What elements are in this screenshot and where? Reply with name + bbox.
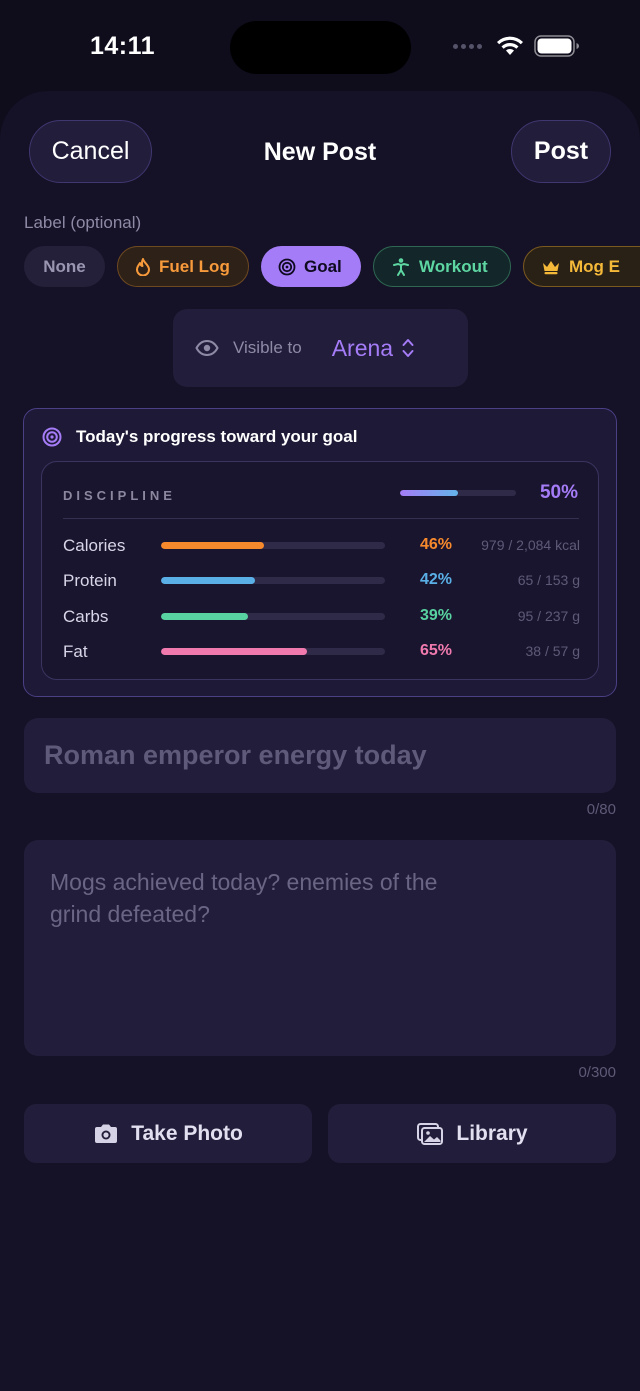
dynamic-island (230, 21, 411, 74)
post-title-input[interactable]: Roman emperor energy today (24, 718, 616, 793)
macro-name: Calories (63, 536, 126, 555)
chip-label: Mog E (569, 256, 620, 276)
goal-progress-card: Today's progress toward your goal DISCIP… (23, 408, 617, 697)
target-icon (42, 427, 62, 447)
macro-progress-fill (161, 648, 307, 655)
macro-row-fat: Fat 65% 38 / 57 g (63, 642, 583, 662)
progress-header: Today's progress toward your goal (42, 427, 357, 447)
post-button[interactable]: Post (511, 120, 611, 183)
post-body-input[interactable]: Mogs achieved today? enemies of the grin… (24, 840, 616, 1056)
target-icon (278, 258, 296, 275)
macro-percent: 46% (419, 536, 452, 553)
label-chip-scroller[interactable]: None Fuel Log Goal Workout Mog E (0, 240, 640, 296)
status-icons (453, 35, 580, 57)
label-section-title: Label (optional) (24, 213, 142, 232)
macro-percent: 65% (419, 642, 452, 659)
macro-breakdown: DISCIPLINE 50% Calories 46% 979 / 2,084 … (41, 461, 599, 680)
visibility-label: Visible to (233, 338, 302, 357)
chip-mog[interactable]: Mog E (523, 246, 640, 287)
eye-icon (195, 339, 219, 357)
macro-row-calories: Calories 46% 979 / 2,084 kcal (63, 536, 583, 556)
macro-percent: 42% (419, 571, 452, 588)
take-photo-label: Take Photo (131, 1121, 243, 1145)
macro-progress-bar (161, 613, 385, 620)
macro-amount: 95 / 237 g (517, 608, 580, 624)
macro-amount: 38 / 57 g (525, 643, 581, 659)
chevron-up-down-icon (402, 339, 414, 357)
wifi-icon (497, 36, 523, 55)
flame-icon (136, 257, 150, 276)
macro-progress-fill (161, 577, 256, 584)
battery-icon (534, 35, 579, 57)
chip-goal[interactable]: Goal (261, 246, 361, 287)
post-title-placeholder: Roman emperor energy today (44, 740, 427, 770)
macro-name: Fat (63, 642, 88, 661)
visibility-value: Arena (331, 334, 394, 361)
macro-progress-bar (161, 577, 385, 584)
chip-label: None (43, 256, 86, 276)
chip-label: Fuel Log (159, 256, 230, 276)
chip-label: Workout (419, 256, 488, 276)
macro-row-protein: Protein 42% 65 / 153 g (63, 571, 583, 591)
chip-workout[interactable]: Workout (373, 246, 511, 287)
post-body-placeholder: Mogs achieved today? enemies of the grin… (50, 869, 438, 927)
discipline-label: DISCIPLINE (63, 488, 176, 503)
macro-name: Carbs (63, 607, 109, 626)
chip-none[interactable]: None (24, 246, 105, 287)
macro-amount: 65 / 153 g (517, 572, 580, 588)
chip-fuel-log[interactable]: Fuel Log (117, 246, 249, 287)
camera-icon (95, 1124, 118, 1143)
chip-label: Goal (304, 256, 342, 276)
library-label: Library (456, 1121, 528, 1145)
status-bar: 14:11 (0, 0, 640, 92)
crown-icon (543, 260, 559, 274)
workout-figure-icon (393, 257, 409, 276)
discipline-progress-fill (400, 490, 458, 496)
library-button[interactable]: Library (328, 1104, 616, 1163)
macro-progress-fill (161, 613, 249, 620)
photo-library-icon (417, 1122, 444, 1145)
title-char-counter: 0/80 (586, 801, 616, 818)
body-char-counter: 0/300 (578, 1064, 616, 1081)
visibility-selector[interactable]: Visible to Arena (173, 309, 468, 387)
macro-progress-bar (161, 648, 385, 655)
macro-amount: 979 / 2,084 kcal (481, 537, 580, 553)
macro-progress-bar (161, 542, 385, 549)
discipline-percent: 50% (539, 482, 578, 503)
macro-progress-fill (161, 542, 265, 549)
status-time: 14:11 (90, 32, 156, 60)
take-photo-button[interactable]: Take Photo (24, 1104, 312, 1163)
discipline-progress-bar (400, 490, 516, 496)
macro-row-carbs: Carbs 39% 95 / 237 g (63, 607, 583, 627)
macro-percent: 39% (419, 607, 452, 624)
divider (63, 518, 579, 519)
signal-icon (453, 43, 482, 49)
macro-name: Protein (63, 571, 117, 590)
progress-header-text: Today's progress toward your goal (76, 427, 358, 446)
